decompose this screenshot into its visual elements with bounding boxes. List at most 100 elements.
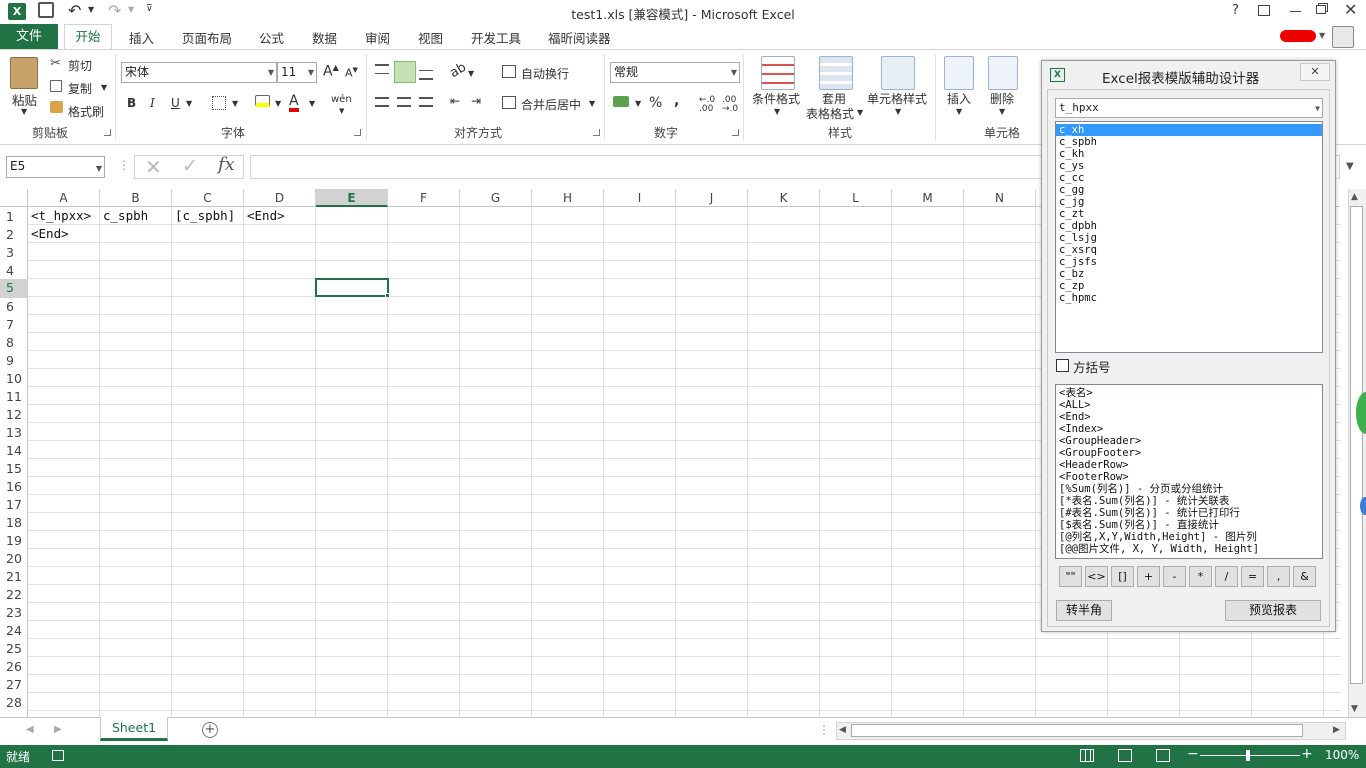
symbol-button[interactable]: <> (1085, 566, 1108, 587)
zoom-in-icon[interactable]: + (1301, 746, 1313, 762)
column-header-m[interactable]: M (892, 189, 964, 207)
bracket-checkbox[interactable] (1056, 359, 1069, 372)
column-header-i[interactable]: I (604, 189, 676, 207)
insert-dropdown-icon[interactable]: ▼ (956, 107, 962, 116)
phonetic-dropdown-icon[interactable]: ▼ (339, 107, 344, 115)
insert-function-button[interactable]: fx (218, 154, 235, 175)
number-launcher-icon[interactable] (732, 129, 739, 136)
field-list[interactable]: c_xh c_spbh c_kh c_ys c_cc c_gg c_jg c_zt c_dpbh… (1055, 121, 1323, 353)
row-header-18[interactable]: 18 (0, 514, 28, 532)
restore-icon[interactable] (1316, 5, 1326, 14)
decrease-font-icon[interactable]: A▼ (345, 66, 358, 80)
table-select[interactable]: t_hpxx ▼ (1055, 98, 1323, 118)
accounting-format-icon[interactable] (613, 96, 629, 107)
number-format-select[interactable]: 常规 ▼ (610, 62, 740, 83)
column-header-g[interactable]: G (460, 189, 532, 207)
row-header-21[interactable]: 21 (0, 568, 28, 586)
cell-d1[interactable]: <End> (247, 208, 285, 223)
tab-file[interactable]: 文件 (0, 24, 58, 49)
row-header-27[interactable]: 27 (0, 676, 28, 694)
format-painter-button[interactable]: 格式刷 (68, 103, 104, 120)
help-button[interactable]: ? (1232, 3, 1239, 18)
field-list-item[interactable]: c_bz (1056, 268, 1322, 280)
cut-button[interactable]: 剪切 (68, 57, 92, 74)
template-list-item[interactable]: [$表名.Sum(列名)] - 直接统计 (1056, 519, 1322, 531)
new-sheet-button[interactable]: + (202, 722, 218, 738)
column-header-n[interactable]: N (964, 189, 1036, 207)
minimize-icon[interactable] (1290, 11, 1301, 12)
field-list-item[interactable]: c_cc (1056, 172, 1322, 184)
page-break-view-icon[interactable] (1156, 749, 1170, 762)
field-list-item[interactable]: c_ys (1056, 160, 1322, 172)
zoom-slider[interactable] (1200, 755, 1300, 756)
field-list-item[interactable]: c_xh (1056, 124, 1322, 136)
column-header-e[interactable]: E (316, 189, 388, 207)
tab-insert[interactable]: 插入 (129, 28, 154, 47)
tab-formulas[interactable]: 公式 (259, 28, 284, 47)
account-dropdown-icon[interactable]: ▼ (1319, 31, 1325, 40)
align-top-icon[interactable] (375, 64, 389, 74)
field-list-item[interactable]: c_jg (1056, 196, 1322, 208)
template-list-item[interactable]: [@列名,X,Y,Width,Height] - 图片列 (1056, 531, 1322, 543)
paste-icon[interactable] (10, 57, 38, 89)
zoom-out-icon[interactable]: − (1187, 746, 1199, 762)
tab-data[interactable]: 数据 (312, 28, 337, 47)
row-header-23[interactable]: 23 (0, 604, 28, 622)
panel-close-button[interactable]: ✕ (1300, 63, 1330, 81)
format-as-table-dropdown-icon[interactable]: ▼ (857, 108, 863, 117)
tab-foxit-reader[interactable]: 福昕阅读器 (548, 28, 611, 47)
symbol-button[interactable]: & (1293, 566, 1316, 587)
template-list-item[interactable]: [%Sum(列名)] - 分页或分组统计 (1056, 483, 1322, 495)
merge-dropdown-icon[interactable]: ▼ (589, 99, 595, 108)
vertical-scroll-thumb[interactable] (1350, 206, 1363, 684)
orientation-dropdown-icon[interactable]: ▼ (468, 69, 474, 78)
sheet-tab-sheet1[interactable]: Sheet1 (100, 717, 168, 741)
wrap-text-button[interactable]: 自动换行 (521, 65, 569, 82)
preview-report-button[interactable]: 预览报表 (1225, 600, 1321, 621)
sheet-next-icon[interactable]: ▶ (54, 724, 62, 735)
tab-developer[interactable]: 开发工具 (471, 28, 521, 47)
template-list[interactable]: <表名> <ALL> <End> <Index> <GroupHeader> <Group… (1055, 384, 1323, 559)
template-list-item[interactable]: <ALL> (1056, 399, 1322, 411)
delete-dropdown-icon[interactable]: ▼ (999, 107, 1005, 116)
cell-a2[interactable]: <End> (31, 226, 69, 241)
row-header-20[interactable]: 20 (0, 550, 28, 568)
half-width-button[interactable]: 转半角 (1056, 600, 1112, 621)
fill-color-dropdown-icon[interactable]: ▼ (275, 99, 281, 108)
field-list-item[interactable]: c_zp (1056, 280, 1322, 292)
field-list-item[interactable]: c_zt (1056, 208, 1322, 220)
row-header-1[interactable]: 1 (0, 208, 28, 226)
select-all-corner[interactable] (0, 189, 28, 207)
row-header-15[interactable]: 15 (0, 460, 28, 478)
cancel-icon[interactable]: ✕ (145, 155, 162, 179)
format-as-table-label-2[interactable]: 表格格式 (806, 105, 854, 122)
paste-dropdown-icon[interactable]: ▼ (21, 107, 27, 116)
copy-button[interactable]: 复制 (68, 80, 92, 97)
row-header-6[interactable]: 6 (0, 298, 28, 316)
row-header-17[interactable]: 17 (0, 496, 28, 514)
conditional-formatting-button[interactable]: 条件格式 (752, 90, 800, 107)
cell-styles-dropdown-icon[interactable]: ▼ (895, 107, 901, 116)
enter-icon[interactable]: ✓ (182, 155, 198, 177)
clipboard-launcher-icon[interactable] (104, 129, 111, 136)
align-center-icon[interactable] (397, 97, 411, 107)
symbol-button[interactable]: / (1215, 566, 1238, 587)
cell-c1[interactable]: [c_spbh] (175, 208, 235, 223)
row-header-14[interactable]: 14 (0, 442, 28, 460)
scroll-left-icon[interactable]: ◀ (839, 725, 846, 735)
row-header-26[interactable]: 26 (0, 658, 28, 676)
row-header-9[interactable]: 9 (0, 352, 28, 370)
horizontal-scroll-thumb[interactable] (851, 724, 1303, 737)
italic-button[interactable]: I (150, 96, 155, 110)
template-list-item[interactable]: <FooterRow> (1056, 471, 1322, 483)
page-layout-view-icon[interactable] (1118, 749, 1132, 762)
template-list-item[interactable]: [*表名.Sum(列名)] - 统计关联表 (1056, 495, 1322, 507)
column-header-a[interactable]: A (28, 189, 100, 207)
decrease-indent-icon[interactable]: ⇤ (450, 94, 460, 108)
formula-expand-icon[interactable]: ▼ (1346, 161, 1354, 172)
underline-dropdown-icon[interactable]: ▼ (186, 99, 192, 108)
cell-b1[interactable]: c_spbh (103, 208, 148, 223)
align-middle-icon[interactable] (394, 61, 416, 83)
increase-decimal-icon[interactable]: ←.0.00 (699, 96, 715, 114)
row-header-4[interactable]: 4 (0, 262, 28, 280)
